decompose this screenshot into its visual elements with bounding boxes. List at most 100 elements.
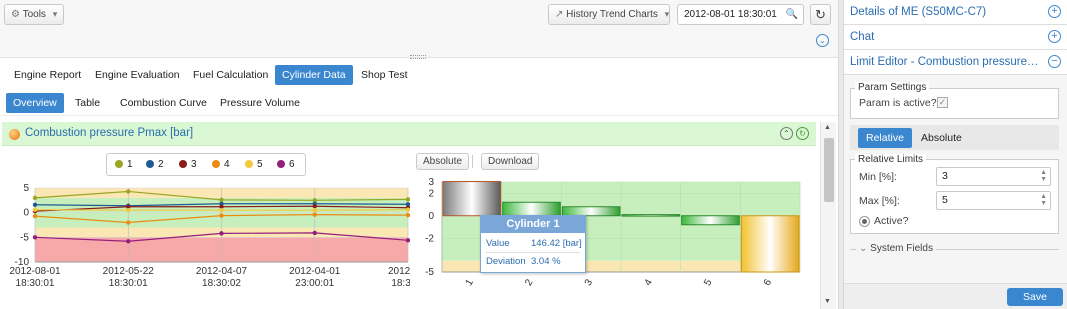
collapse-up-icon[interactable]: ⌃ <box>780 127 793 140</box>
x-tick-label: 23:00:01 <box>295 278 334 289</box>
collapse-minus-icon[interactable]: − <box>1048 55 1061 68</box>
data-point-5 <box>405 207 410 212</box>
history-trend-button[interactable]: ↗ History Trend Charts ▾ <box>548 4 670 25</box>
refresh-panel-icon[interactable]: ↻ <box>796 127 809 140</box>
x-tick-label: 2012-03- <box>388 266 410 277</box>
tab-combustion-curve[interactable]: Combustion Curve <box>113 93 214 113</box>
expand-plus-icon[interactable]: + <box>1048 30 1061 43</box>
tab-absolute[interactable]: Absolute <box>913 128 970 148</box>
tooltip-title: Cylinder 1 <box>481 216 585 233</box>
status-orb-icon <box>9 129 20 140</box>
y-tick-label: 0 <box>23 208 29 219</box>
sub-tabs: Overview Table Combustion Curve Pressure… <box>0 90 838 116</box>
stepper-icon[interactable]: ▲ ▼ <box>1040 193 1047 207</box>
data-point-5 <box>219 208 224 213</box>
top-toolbar: ⚙ Tools ▾ ↗ History Trend Charts ▾ 2012-… <box>0 0 838 59</box>
accordion-limit-editor[interactable]: Limit Editor - Combustion pressure Pmax … <box>844 50 1067 75</box>
limit-editor-body: Param Settings Param is active?: ✓ Relat… <box>844 75 1067 309</box>
chart-legend: 1 2 3 4 5 6 <box>106 153 306 176</box>
y-tick-label: -5 <box>425 267 434 278</box>
data-point-2 <box>32 202 38 207</box>
tab-cylinder-data[interactable]: Cylinder Data <box>275 65 353 85</box>
param-active-checkbox[interactable]: ✓ <box>937 97 948 108</box>
bar-chart: 320-2-51 2 3 4 5 6 <box>425 177 801 288</box>
x-tick-label: 2012-08-01 <box>9 266 61 277</box>
legend-item[interactable]: 5 <box>245 159 263 170</box>
legend-swatch-2 <box>146 160 154 168</box>
download-button[interactable]: Download <box>481 153 540 170</box>
data-point-1 <box>126 189 131 194</box>
tab-table[interactable]: Table <box>68 93 107 113</box>
tab-fuel-calculation[interactable]: Fuel Calculation <box>186 65 275 85</box>
datetime-input[interactable]: 2012-08-01 18:30:01 🔍 <box>677 4 804 25</box>
data-point-4 <box>312 212 317 217</box>
active-radio[interactable] <box>859 216 870 227</box>
save-button[interactable]: Save <box>1007 288 1063 306</box>
x-tick-label: 18:30:0 <box>391 278 410 289</box>
bar-cylinder-1 <box>442 181 502 217</box>
legend-item[interactable]: 6 <box>277 159 295 170</box>
bar-cylinder-5 <box>681 215 740 226</box>
x-tick-label: 5 <box>702 277 715 288</box>
x-tick-label: 2012-04-07 <box>196 266 248 277</box>
search-icon[interactable]: 🔍 <box>786 5 798 24</box>
legend-item[interactable]: 3 <box>179 159 197 170</box>
tab-relative[interactable]: Relative <box>858 128 912 148</box>
legend-swatch-6 <box>277 160 285 168</box>
splitter-grip[interactable] <box>410 55 426 59</box>
tab-shop-test[interactable]: Shop Test <box>354 65 415 85</box>
collapse-toolbar-icon[interactable]: ⌄ <box>816 34 829 47</box>
legend-item[interactable]: 1 <box>115 159 133 170</box>
relative-limits-legend: Relative Limits <box>855 154 927 165</box>
panel-title: Combustion pressure Pmax [bar] <box>25 127 194 139</box>
expand-plus-icon[interactable]: + <box>1048 5 1061 18</box>
data-point-1 <box>219 197 224 203</box>
y-tick-label: 5 <box>23 183 29 194</box>
vertical-scrollbar[interactable]: ▲ ▼ <box>820 122 836 309</box>
data-point-6 <box>32 235 38 240</box>
min-label: Min [%]: <box>859 171 897 183</box>
tab-engine-evaluation[interactable]: Engine Evaluation <box>88 65 187 85</box>
tools-menu-button[interactable]: ⚙ Tools ▾ <box>4 4 65 25</box>
tab-pressure-volume[interactable]: Pressure Volume <box>213 93 307 113</box>
accordion-chat[interactable]: Chat + <box>844 25 1067 50</box>
data-point-5 <box>32 207 38 212</box>
y-tick-label: -2 <box>425 233 434 244</box>
scroll-up-icon[interactable]: ▲ <box>824 124 831 131</box>
data-point-4 <box>126 220 131 225</box>
tooltip-divider <box>486 252 580 253</box>
data-point-5 <box>312 208 317 213</box>
data-point-1 <box>405 197 410 202</box>
max-input[interactable]: 5 ▲ ▼ <box>936 191 1051 210</box>
gear-icon: ⚙ <box>11 9 20 20</box>
legend-item[interactable]: 2 <box>146 159 164 170</box>
x-tick-label: 2012-04-01 <box>289 266 341 277</box>
accordion-details[interactable]: Details of ME (S50MC-C7) + <box>844 0 1067 25</box>
bar-cylinder-2 <box>502 201 561 217</box>
bar-cylinder-6 <box>740 215 800 273</box>
legend-swatch-4 <box>212 160 220 168</box>
scroll-down-icon[interactable]: ▼ <box>824 298 831 305</box>
data-point-6 <box>312 230 317 236</box>
y-tick-label: 0 <box>428 211 434 222</box>
history-label: History Trend Charts <box>566 9 658 20</box>
tab-engine-report[interactable]: Engine Report <box>7 65 88 85</box>
x-tick-label: 2 <box>523 277 536 288</box>
legend-item[interactable]: 4 <box>212 159 230 170</box>
system-fields-toggle[interactable]: ⌄ System Fields <box>856 243 936 254</box>
refresh-button[interactable]: ↻ <box>810 4 831 25</box>
tooltip-deviation-label: Deviation <box>486 256 526 267</box>
accordion-limit-editor-label: Limit Editor - Combustion pressure Pmax … <box>850 56 1040 68</box>
refresh-icon: ↻ <box>815 7 826 22</box>
scrollbar-thumb[interactable] <box>824 138 834 202</box>
data-point-3 <box>312 204 317 209</box>
chart-panel-header: Combustion pressure Pmax [bar] ⌃ ↻ <box>2 122 816 146</box>
active-label: Active? <box>874 215 909 227</box>
max-label: Max [%]: <box>859 195 900 207</box>
datetime-value: 2012-08-01 18:30:01 <box>684 9 777 20</box>
absolute-button[interactable]: Absolute <box>416 153 469 170</box>
min-input[interactable]: 3 ▲ ▼ <box>936 167 1051 186</box>
accordion-details-label: Details of ME (S50MC-C7) <box>850 6 987 18</box>
stepper-icon[interactable]: ▲ ▼ <box>1040 169 1047 183</box>
tab-overview[interactable]: Overview <box>6 93 64 113</box>
